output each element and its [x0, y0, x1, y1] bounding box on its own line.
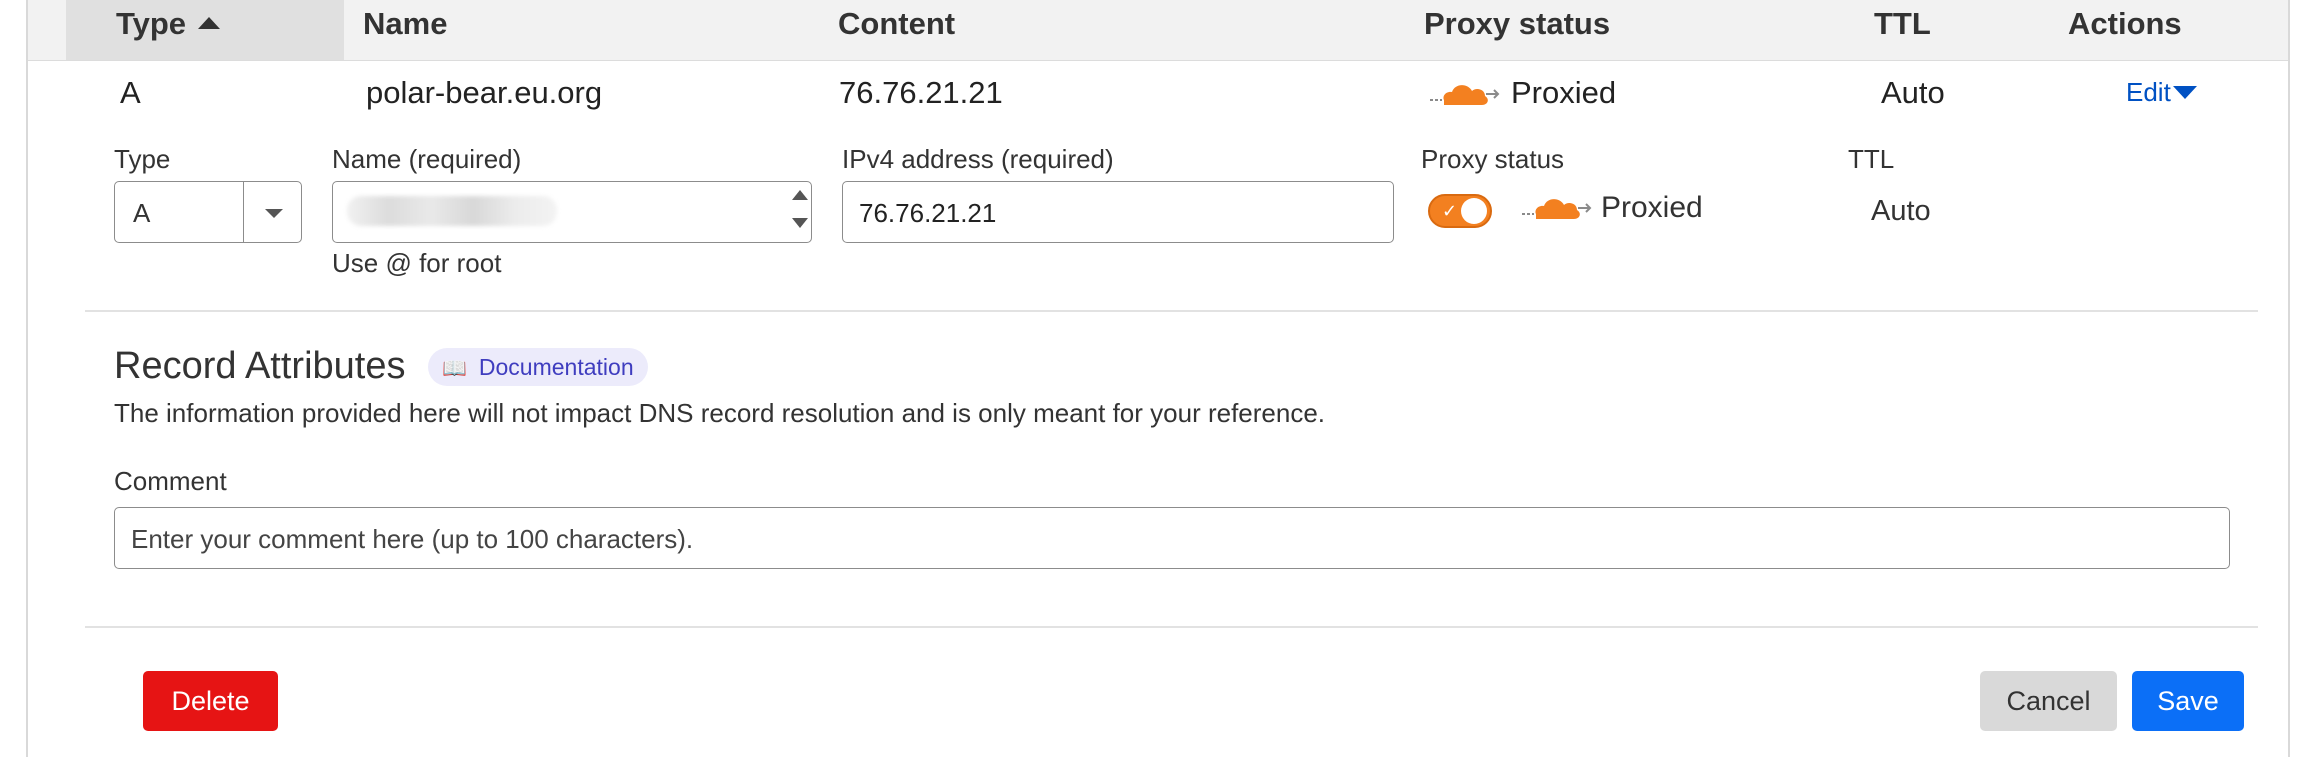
record-attributes-description: The information provided here will not i…: [114, 398, 1326, 428]
cloud-icon: [1430, 85, 1500, 105]
column-header-actions: Actions: [2068, 6, 2182, 41]
type-select-value: A: [133, 198, 151, 228]
name-field-label: Name (required): [332, 144, 522, 174]
section-divider: [85, 310, 2258, 312]
name-field-hint: Use @ for root: [332, 248, 502, 278]
arrow-up-icon[interactable]: [792, 190, 808, 200]
panel-right-border: [2288, 0, 2290, 757]
documentation-link[interactable]: 📖 Documentation: [428, 348, 648, 386]
edit-dropdown-link[interactable]: Edit: [2126, 76, 2197, 108]
footer-divider: [85, 626, 2258, 628]
column-header-type[interactable]: Type: [116, 6, 221, 42]
chevron-down-icon: [265, 209, 283, 218]
edit-link-label: Edit: [2126, 77, 2171, 107]
proxy-status-toggle[interactable]: ✓: [1428, 194, 1492, 228]
record-attributes-title: Record Attributes: [114, 345, 406, 387]
column-header-type-label: Type: [116, 6, 187, 41]
comment-input[interactable]: Enter your comment here (up to 100 chara…: [114, 507, 2230, 569]
name-input-stepper[interactable]: [789, 186, 808, 238]
ttl-field-label: TTL: [1848, 144, 1895, 174]
book-icon: 📖: [442, 358, 467, 380]
record-ttl: Auto: [1881, 75, 1945, 110]
proxy-status-value: Proxied: [1601, 191, 1703, 224]
table-header: Type Name Content Proxy status TTL Actio…: [28, 0, 2288, 61]
select-divider: [243, 182, 244, 242]
sort-ascending-icon: [198, 16, 221, 29]
column-header-name[interactable]: Name: [363, 6, 447, 42]
save-button[interactable]: Save: [2132, 671, 2244, 731]
delete-button[interactable]: Delete: [143, 671, 278, 731]
cloud-icon: [1522, 199, 1592, 219]
cancel-button[interactable]: Cancel: [1980, 671, 2117, 731]
name-input[interactable]: [332, 181, 812, 243]
arrow-down-icon[interactable]: [792, 218, 808, 228]
redacted-name-value: [347, 196, 557, 226]
proxy-status-field-label: Proxy status: [1421, 144, 1565, 174]
type-field-label: Type: [114, 144, 171, 174]
ipv4-address-input[interactable]: 76.76.21.21: [842, 181, 1394, 243]
checkmark-icon: ✓: [1442, 201, 1458, 221]
column-header-content[interactable]: Content: [838, 6, 955, 42]
column-header-ttl[interactable]: TTL: [1874, 6, 1931, 42]
toggle-knob: [1461, 198, 1487, 224]
ttl-value: Auto: [1871, 195, 1931, 227]
documentation-link-label: Documentation: [478, 354, 634, 380]
column-header-proxy-status: Proxy status: [1424, 6, 1611, 41]
record-content: 76.76.21.21: [839, 75, 1003, 110]
ipv4-field-label: IPv4 address (required): [842, 144, 1114, 174]
comment-field-label: Comment: [114, 466, 227, 496]
record-name: polar-bear.eu.org: [366, 75, 603, 110]
type-select[interactable]: A: [114, 181, 302, 243]
caret-down-icon: [2172, 85, 2197, 99]
ipv4-address-value: 76.76.21.21: [859, 198, 997, 228]
comment-placeholder: Enter your comment here (up to 100 chara…: [131, 524, 694, 554]
record-proxy-status: Proxied: [1511, 75, 1617, 110]
record-type: A: [120, 75, 141, 110]
table-row[interactable]: A polar-bear.eu.org 76.76.21.21 Proxied …: [28, 61, 2288, 127]
